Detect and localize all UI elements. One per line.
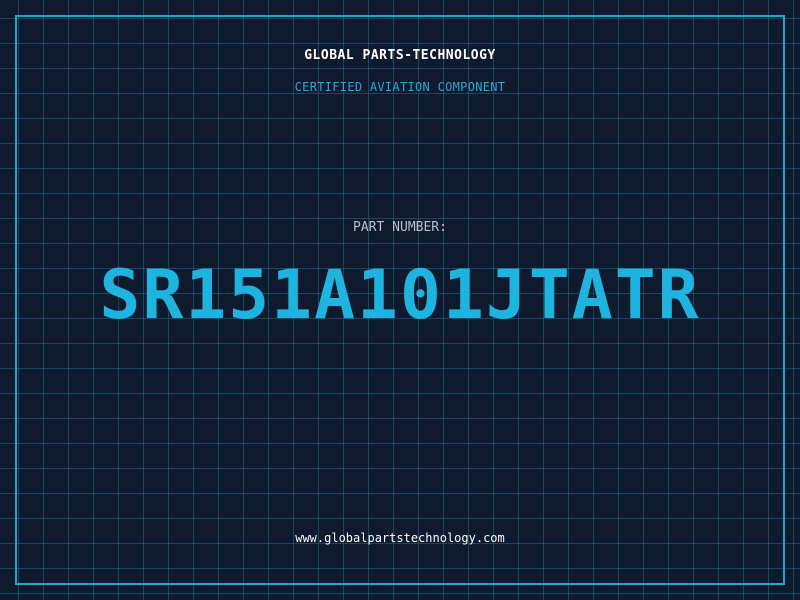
part-number-value: SR151A101JTATR	[99, 256, 701, 335]
brand-tagline: CERTIFIED AVIATION COMPONENT	[294, 80, 506, 94]
website-url: www.globalpartstechnology.com	[295, 531, 505, 545]
brand-title: GLOBAL PARTS-TECHNOLOGY	[304, 48, 496, 63]
part-number-label: PART NUMBER:	[353, 220, 447, 235]
